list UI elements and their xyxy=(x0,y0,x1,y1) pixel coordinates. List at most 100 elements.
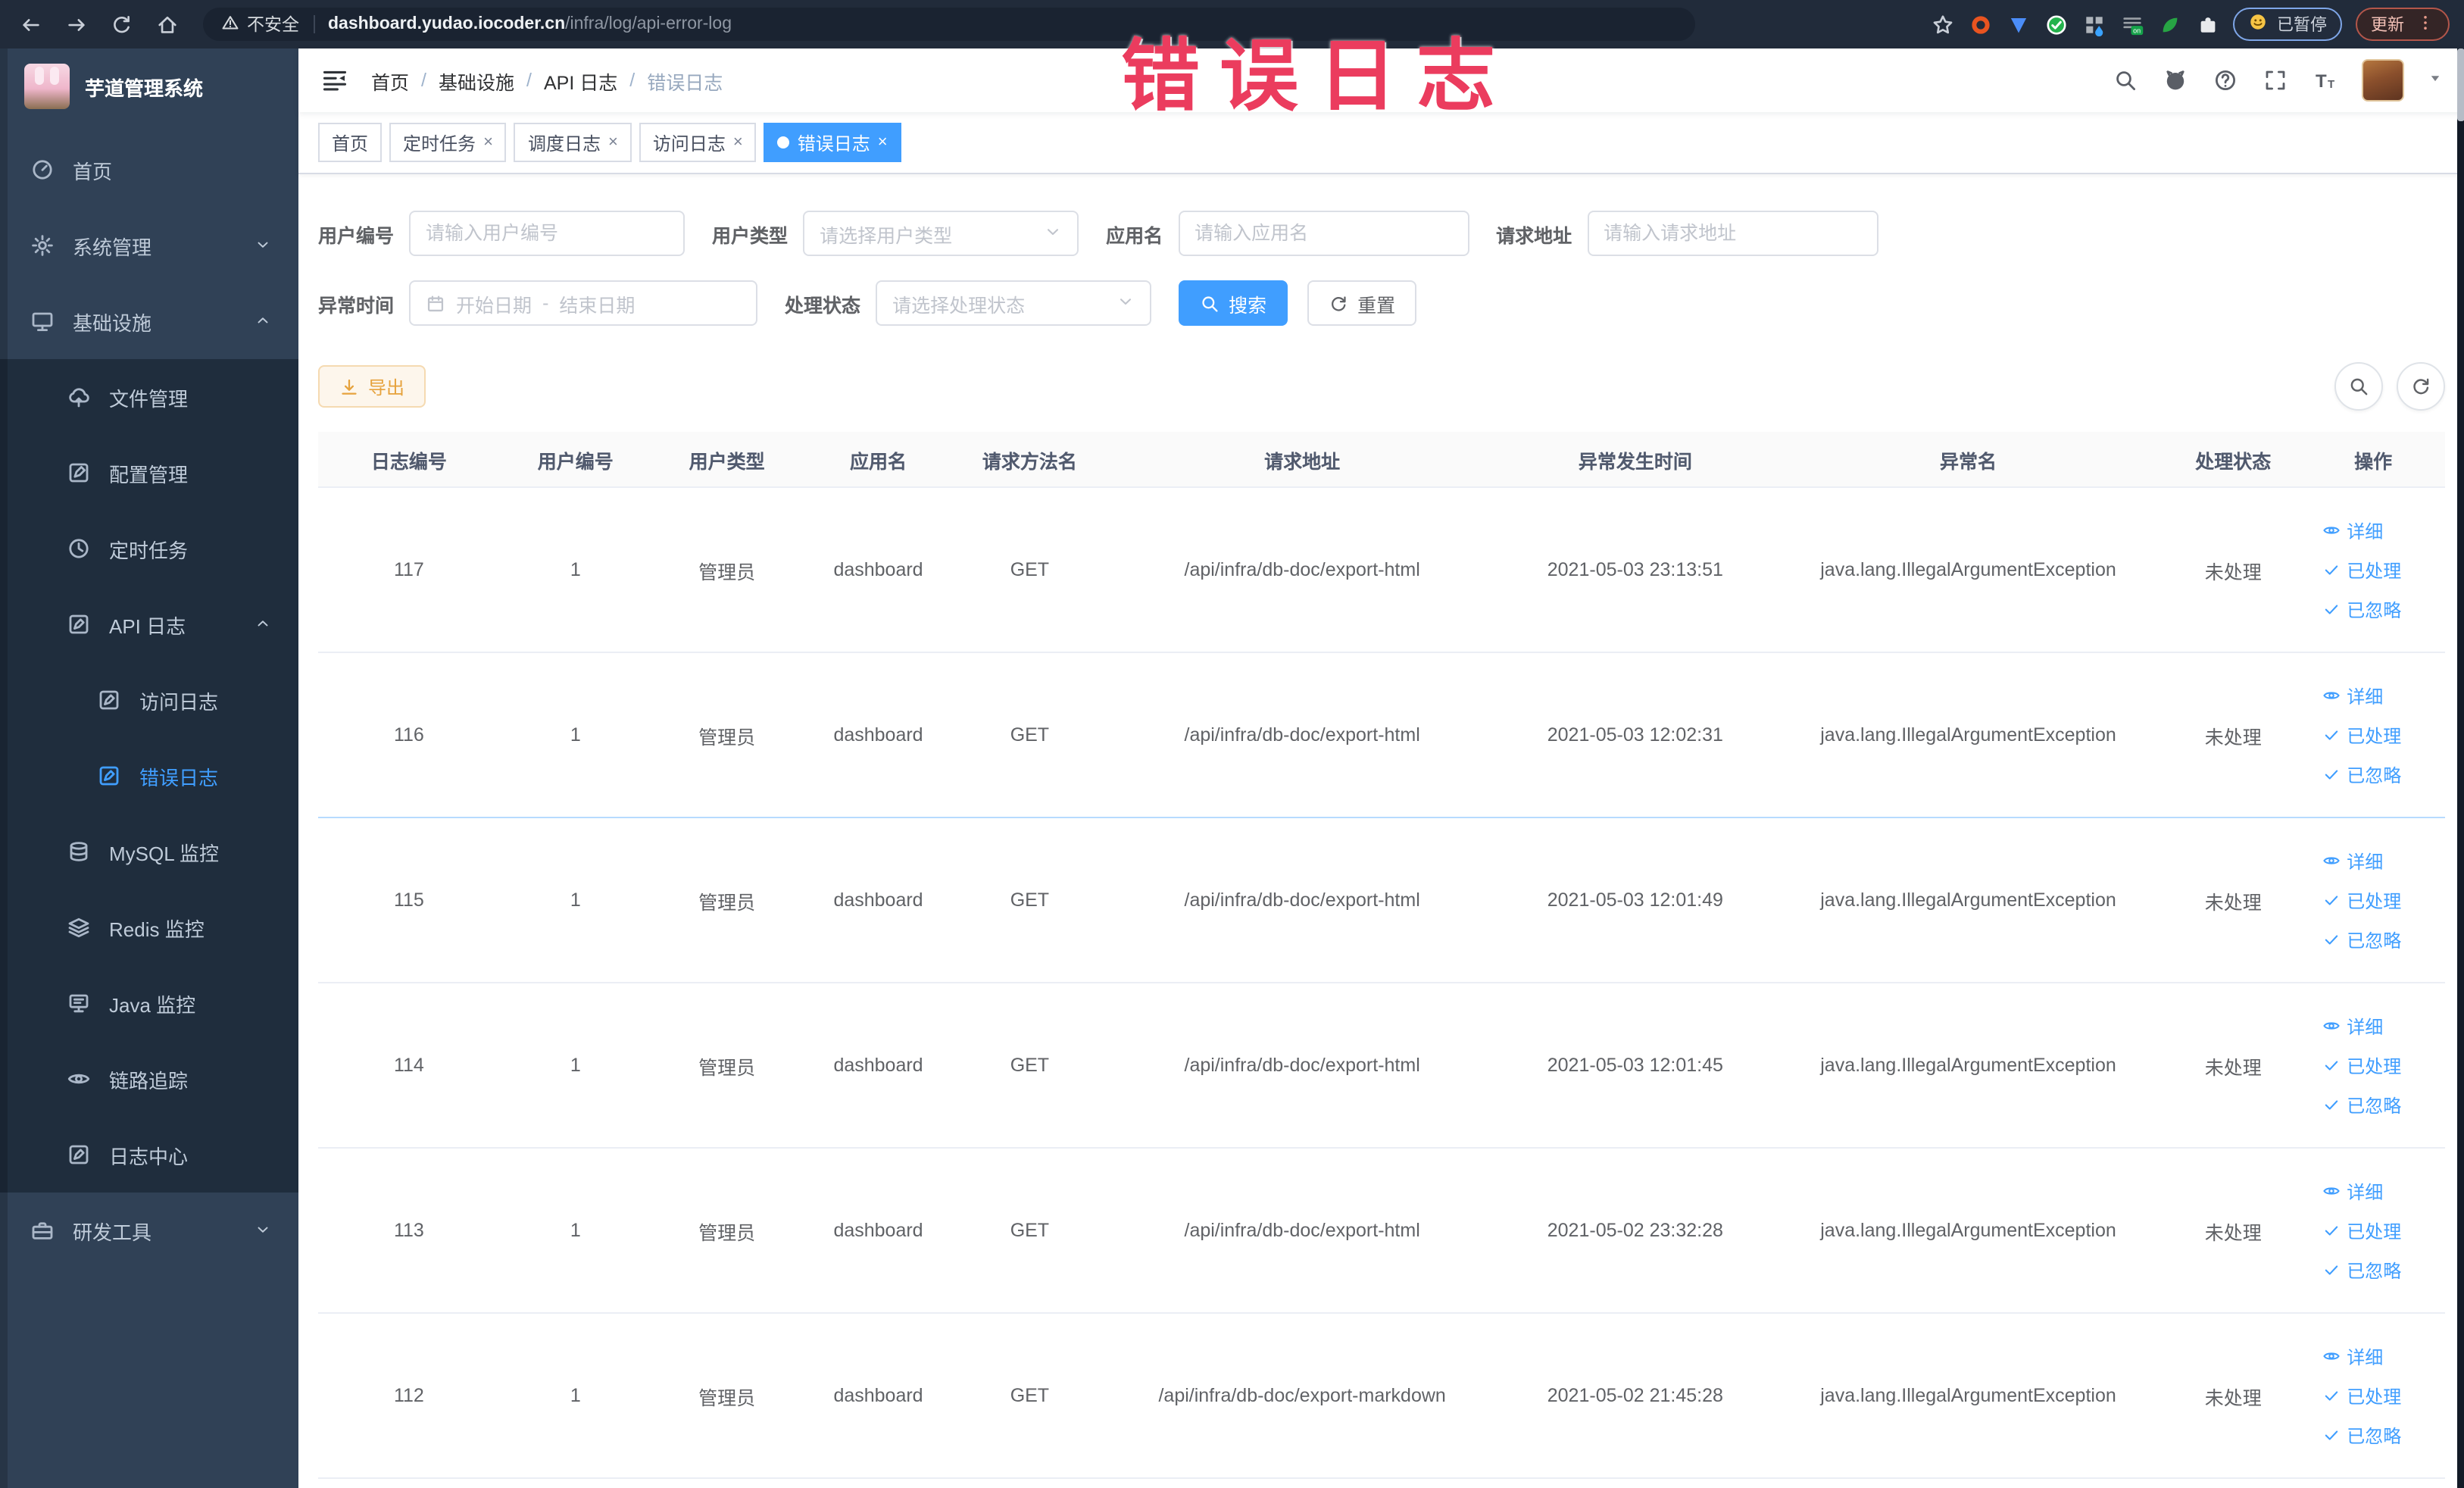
sidebar-item-系统管理[interactable]: 系统管理 xyxy=(0,208,298,283)
toggle-search-button[interactable] xyxy=(2334,362,2383,411)
ext-green-check-icon[interactable] xyxy=(2044,12,2068,36)
chevron-down-icon xyxy=(255,1219,271,1242)
tab-错误日志[interactable]: 错误日志 × xyxy=(764,123,901,162)
url-path: /infra/log/api-error-log xyxy=(565,15,732,33)
check-icon xyxy=(2322,1096,2341,1114)
chevron-down-icon xyxy=(1044,222,1062,245)
sidebar-item-Java 监控[interactable]: Java 监控 xyxy=(0,965,298,1041)
action-详细[interactable]: 详细 xyxy=(2322,517,2383,543)
forward-icon[interactable] xyxy=(61,9,91,39)
caret-down-icon[interactable] xyxy=(2427,67,2444,94)
action-已处理[interactable]: 已处理 xyxy=(2322,1052,2401,1078)
action-详细[interactable]: 详细 xyxy=(2322,683,2383,708)
search-button[interactable]: 搜索 xyxy=(1179,280,1288,326)
fontsize-icon[interactable]: TT xyxy=(2312,67,2339,94)
app-logo[interactable]: 芋道管理系统 xyxy=(0,48,298,124)
table-row[interactable]: 115 1 管理员 dashboard GET/api/infra/db-doc/exp… xyxy=(318,818,2445,983)
process-status-select[interactable]: 请选择处理状态 xyxy=(876,280,1152,326)
ext-orange-ring-icon[interactable] xyxy=(1968,12,1992,36)
action-已忽略[interactable]: 已忽略 xyxy=(2322,596,2401,622)
home-icon[interactable] xyxy=(151,9,182,39)
extensions-puzzle-icon[interactable] xyxy=(2195,12,2219,36)
table-row[interactable]: 114 1 管理员 dashboard GET/api/infra/db-doc/exp… xyxy=(318,983,2445,1149)
breadcrumb-item-基础设施[interactable]: 基础设施 xyxy=(439,66,514,95)
action-已忽略[interactable]: 已忽略 xyxy=(2322,1422,2401,1448)
github-icon[interactable] xyxy=(2162,67,2189,94)
back-icon[interactable] xyxy=(15,9,45,39)
user-id-input[interactable] xyxy=(409,211,685,256)
tab-close-icon[interactable]: × xyxy=(733,133,743,151)
user-avatar[interactable] xyxy=(2362,59,2404,102)
action-已忽略[interactable]: 已忽略 xyxy=(2322,761,2401,787)
table-row[interactable]: 116 1 管理员 dashboard GET/api/infra/db-doc/exp… xyxy=(318,653,2445,818)
filter-user-id: 用户编号 xyxy=(318,211,685,256)
tab-close-icon[interactable]: × xyxy=(878,133,888,151)
sidebar-item-链路追踪[interactable]: 链路追踪 xyxy=(0,1041,298,1117)
refresh-icon xyxy=(1329,293,1348,313)
security-warning[interactable]: 不安全 xyxy=(221,12,299,36)
ext-green-leaf-icon[interactable] xyxy=(2157,12,2181,36)
breadcrumb-item-API 日志[interactable]: API 日志 xyxy=(544,66,617,95)
reset-button[interactable]: 重置 xyxy=(1307,280,1417,326)
tab-close-icon[interactable]: × xyxy=(483,133,493,151)
breadcrumb-item-首页[interactable]: 首页 xyxy=(371,66,409,95)
row-actions: 详细 已处理 已忽略 xyxy=(2301,848,2445,952)
tab-定时任务[interactable]: 定时任务 × xyxy=(389,123,507,162)
action-已忽略[interactable]: 已忽略 xyxy=(2322,1257,2401,1283)
browser-menu-icon[interactable] xyxy=(2416,13,2434,36)
action-详细[interactable]: 详细 xyxy=(2322,1178,2383,1204)
action-已处理[interactable]: 已处理 xyxy=(2322,887,2401,913)
request-url-input[interactable] xyxy=(1587,211,1878,256)
sidebar-item-研发工具[interactable]: 研发工具 xyxy=(0,1193,298,1268)
scrollbar-thumb[interactable] xyxy=(2457,48,2464,121)
sidebar-item-API 日志[interactable]: API 日志 xyxy=(0,586,298,662)
sidebar-item-Redis 监控[interactable]: Redis 监控 xyxy=(0,889,298,965)
app-name-input[interactable] xyxy=(1178,211,1469,256)
action-已处理[interactable]: 已处理 xyxy=(2322,1218,2401,1243)
sidebar-item-基础设施[interactable]: 基础设施 xyxy=(0,283,298,359)
table-row[interactable]: 117 1 管理员 dashboard GET/api/infra/db-doc/exp… xyxy=(318,488,2445,653)
tab-访问日志[interactable]: 访问日志 × xyxy=(639,123,757,162)
export-button[interactable]: 导出 xyxy=(318,365,426,408)
action-已处理[interactable]: 已处理 xyxy=(2322,557,2401,583)
sidebar-item-日志中心[interactable]: 日志中心 xyxy=(0,1117,298,1193)
sidebar-item-错误日志[interactable]: 错误日志 xyxy=(0,738,298,814)
search-icon[interactable] xyxy=(2112,67,2139,94)
question-icon[interactable] xyxy=(2212,67,2239,94)
eye-icon xyxy=(2322,1347,2341,1365)
sidebar-item-访问日志[interactable]: 访问日志 xyxy=(0,662,298,738)
refresh-button[interactable] xyxy=(2397,362,2445,411)
exception-time-daterange[interactable]: 开始日期 - 结束日期 xyxy=(409,280,758,326)
tab-首页[interactable]: 首页 xyxy=(318,123,383,162)
ext-blue-shield-icon[interactable] xyxy=(2006,12,2030,36)
action-详细[interactable]: 详细 xyxy=(2322,848,2383,874)
action-已忽略[interactable]: 已忽略 xyxy=(2322,927,2401,952)
sidebar-item-首页[interactable]: 首页 xyxy=(0,132,298,208)
hamburger-icon[interactable] xyxy=(320,65,350,95)
ext-grid-drop-icon[interactable] xyxy=(2081,12,2106,36)
action-已处理[interactable]: 已处理 xyxy=(2322,1383,2401,1408)
table-row[interactable]: 112 1 管理员 dashboard GET/api/infra/db-doc/exp… xyxy=(318,1314,2445,1479)
reload-icon[interactable] xyxy=(106,9,136,39)
browser-update-button[interactable]: 更新 xyxy=(2356,8,2450,41)
tab-close-icon[interactable]: × xyxy=(608,133,618,151)
page-scrollbar[interactable] xyxy=(2457,48,2464,1488)
tab-调度日志[interactable]: 调度日志 × xyxy=(514,123,632,162)
bookmark-star-icon[interactable] xyxy=(1930,12,1954,36)
ext-on-badge-icon[interactable]: on xyxy=(2119,12,2144,36)
filter-label: 用户类型 xyxy=(712,225,789,246)
action-已忽略[interactable]: 已忽略 xyxy=(2322,1092,2401,1118)
sidebar-item-文件管理[interactable]: 文件管理 xyxy=(0,359,298,435)
filter-process-status: 处理状态 请选择处理状态 xyxy=(785,280,1152,326)
sidebar-item-MySQL 监控[interactable]: MySQL 监控 xyxy=(0,814,298,889)
table-row[interactable]: 113 1 管理员 dashboard GET/api/infra/db-doc/exp… xyxy=(318,1149,2445,1314)
sidebar-item-配置管理[interactable]: 配置管理 xyxy=(0,435,298,511)
profile-paused-pill[interactable]: 已暂停 xyxy=(2233,8,2342,41)
action-详细[interactable]: 详细 xyxy=(2322,1343,2383,1369)
fullscreen-icon[interactable] xyxy=(2262,67,2289,94)
cell: GET xyxy=(1010,1055,1050,1076)
user-type-select[interactable]: 请选择用户类型 xyxy=(803,211,1079,256)
action-已处理[interactable]: 已处理 xyxy=(2322,722,2401,748)
action-详细[interactable]: 详细 xyxy=(2322,1013,2383,1039)
sidebar-item-定时任务[interactable]: 定时任务 xyxy=(0,511,298,586)
